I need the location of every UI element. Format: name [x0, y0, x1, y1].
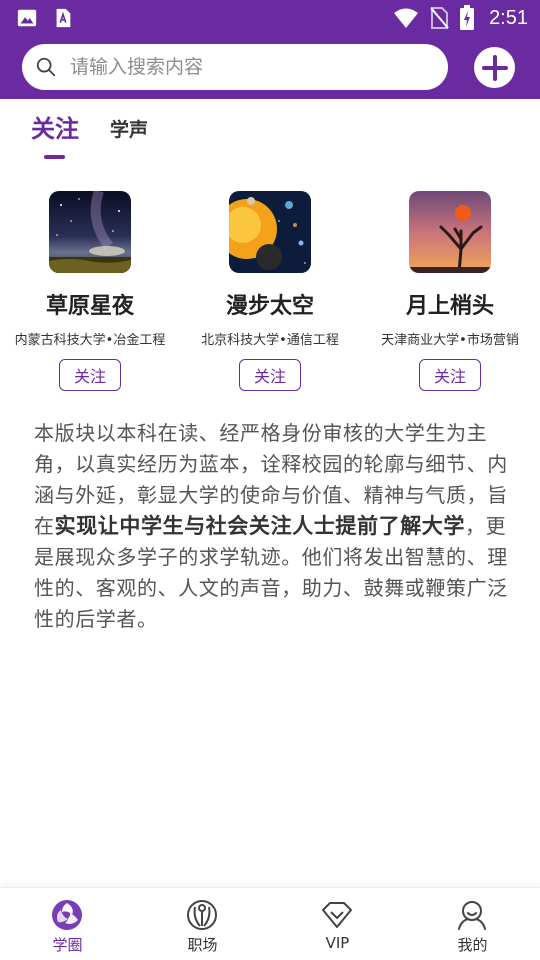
wifi-icon [394, 8, 419, 28]
tab-student-voice[interactable]: 学声 [110, 115, 148, 142]
section-description: 本版块以本科在读、经严格身份审核的大学生为主角，以真实经历为蓝本，诠释校园的轮廓… [34, 418, 512, 635]
tab-bar: 关注 学声 [0, 99, 540, 163]
top-header: 2:51 [0, 0, 540, 99]
tab-following[interactable]: 关注 [31, 109, 79, 144]
clock: 2:51 [489, 6, 528, 29]
diamond-icon [322, 902, 352, 928]
follow-button[interactable]: 关注 [59, 359, 121, 391]
recommended-users: 草原星夜 内蒙古科技大学•冶金工程 关注 漫步太空 北京科技大学•通信工程 关注 [0, 190, 540, 395]
no-sim-icon [430, 7, 449, 29]
tab-indicator [44, 155, 65, 159]
tree-sunset-image[interactable] [409, 191, 491, 273]
nav-label: VIP [325, 934, 350, 952]
status-bar: 2:51 [0, 0, 540, 36]
nav-vip[interactable]: VIP [270, 888, 405, 960]
description-highlight: 实现让中学生与社会关注人士提前了解大学 [54, 514, 466, 538]
user-name[interactable]: 漫步太空 [180, 288, 360, 320]
career-icon [187, 900, 217, 930]
user-school: 天津商业大学•市场营销 [381, 333, 519, 348]
user-school: 北京科技大学•通信工程 [201, 333, 339, 348]
follow-button[interactable]: 关注 [419, 359, 481, 391]
search-input[interactable] [70, 52, 430, 82]
nav-label: 职场 [187, 936, 218, 954]
night-sky-image[interactable] [49, 191, 131, 273]
nav-label: 学圈 [52, 936, 83, 954]
user-card[interactable]: 草原星夜 内蒙古科技大学•冶金工程 关注 [0, 190, 180, 395]
solar-system-image[interactable] [229, 191, 311, 273]
bottom-navigation: 学圈 职场 VIP 我的 [0, 887, 540, 960]
follow-button[interactable]: 关注 [239, 359, 301, 391]
user-card[interactable]: 漫步太空 北京科技大学•通信工程 关注 [180, 190, 360, 395]
user-name[interactable]: 草原星夜 [0, 288, 180, 320]
nav-label: 我的 [457, 936, 488, 954]
nav-career[interactable]: 职场 [135, 888, 270, 960]
user-card[interactable]: 月上梢头 天津商业大学•市场营销 关注 [360, 190, 540, 395]
user-name[interactable]: 月上梢头 [360, 288, 540, 320]
text-a-icon [56, 8, 71, 28]
battery-charging-icon [460, 5, 475, 30]
user-school: 内蒙古科技大学•冶金工程 [14, 333, 166, 348]
user-icon [458, 901, 486, 930]
circle-logo-icon [52, 900, 82, 930]
nav-xuequan[interactable]: 学圈 [0, 888, 135, 960]
search-icon [36, 57, 56, 77]
add-button[interactable] [474, 47, 515, 88]
search-bar[interactable] [22, 44, 448, 90]
nav-mine[interactable]: 我的 [405, 888, 540, 960]
plus-icon [481, 54, 508, 81]
image-icon [17, 9, 37, 27]
